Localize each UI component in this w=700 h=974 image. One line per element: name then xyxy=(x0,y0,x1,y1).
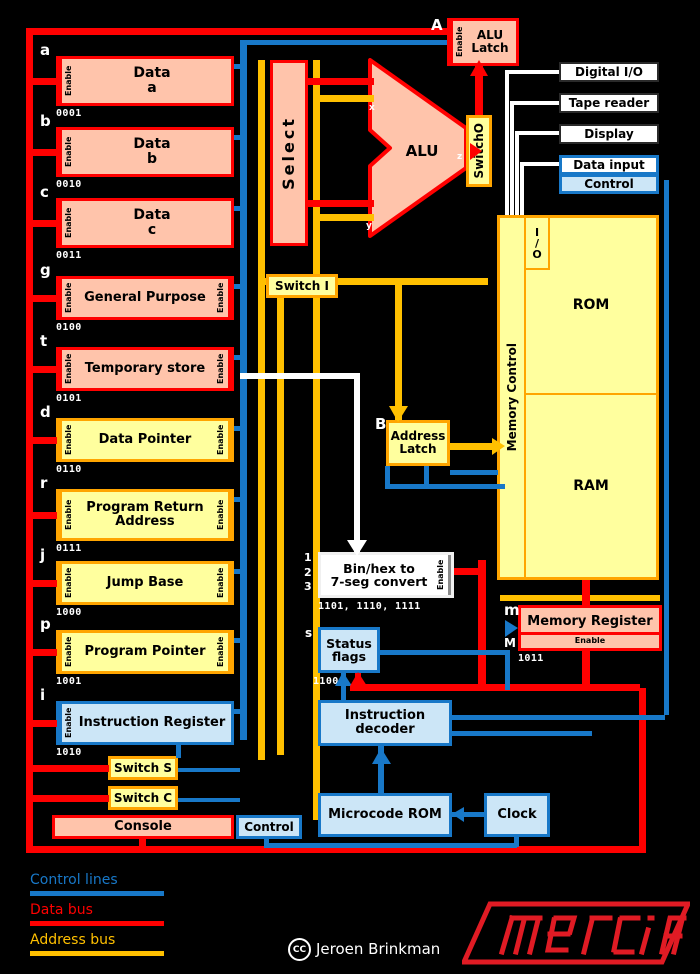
author-credit: Jeroen Brinkman xyxy=(316,940,441,958)
cc-icon: CC xyxy=(288,938,311,961)
legend-label-0: Control lines xyxy=(30,872,118,888)
mercia-logo xyxy=(462,901,690,965)
legend-label-1: Data bus xyxy=(30,902,93,918)
legend-swatch-1 xyxy=(30,921,164,926)
arrowheads xyxy=(335,60,518,822)
legend-swatch-2 xyxy=(30,951,164,956)
legend-label-2: Address bus xyxy=(30,932,116,948)
diagram-canvas: a Enable Data a 0001 b Enable Data b 0010 c Enabl… xyxy=(0,0,700,974)
legend-swatch-0 xyxy=(30,891,164,896)
